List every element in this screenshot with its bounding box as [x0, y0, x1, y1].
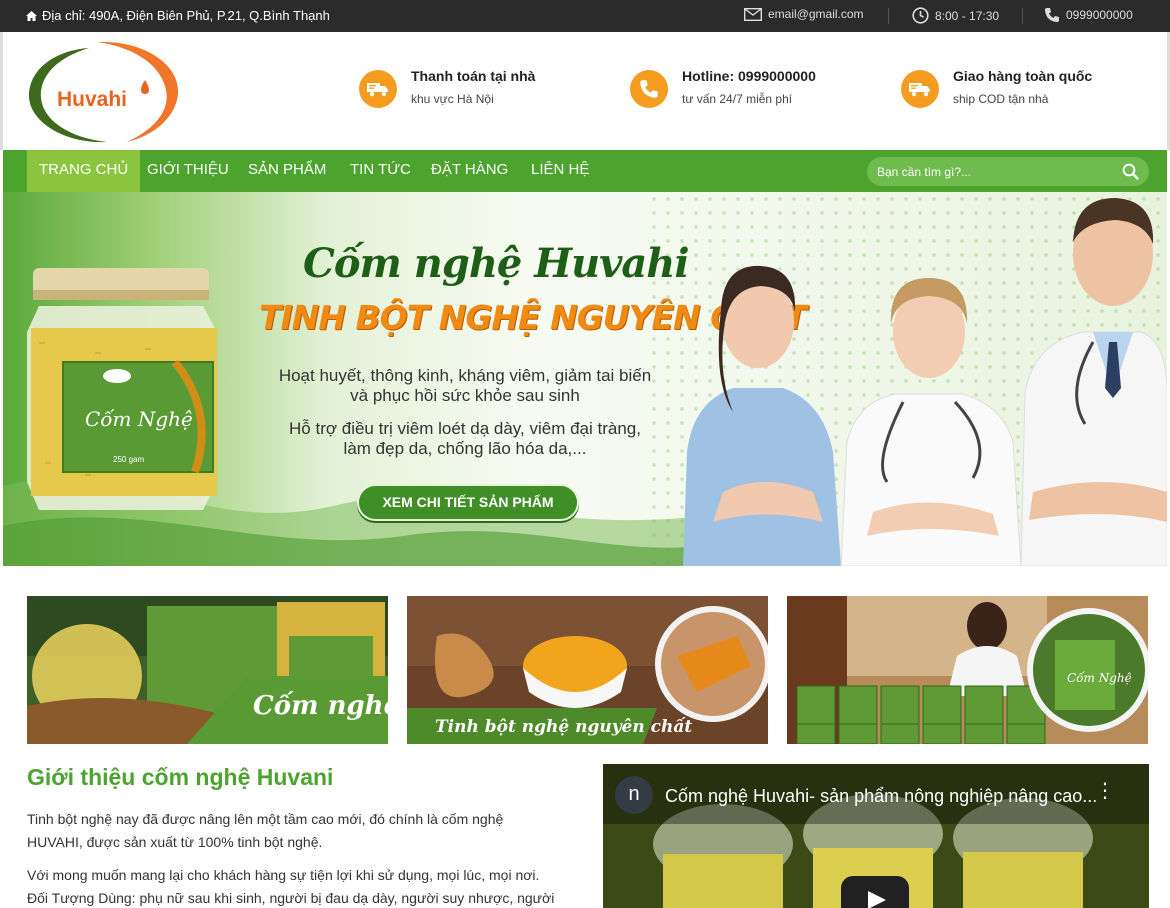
play-button[interactable] — [841, 876, 909, 908]
thumb-caption: Tinh bột nghệ nguyên chất — [435, 717, 692, 737]
product-jar-image: Cốm Nghệ 250 gam — [27, 268, 217, 510]
search-box — [867, 157, 1149, 186]
feature-title: Giao hàng toàn quốc — [953, 68, 1093, 84]
truck-icon — [359, 70, 397, 108]
intro-line: Đối Tượng Dùng: phụ nữ sau khi sinh, ngư… — [27, 890, 555, 906]
nav-item-about[interactable]: GIỚI THIỆU — [135, 150, 241, 192]
hours-text: 8:00 - 17:30 — [935, 8, 1000, 23]
search-icon[interactable] — [1122, 163, 1139, 180]
banner-line: Hoạt huyết, thông kinh, kháng viêm, giảm… — [278, 366, 652, 385]
feature-subtitle: tư vấn 24/7 miễn phí — [682, 92, 793, 106]
jar-weight: 250 gam — [113, 455, 144, 464]
logo[interactable]: Huvahi — [27, 38, 185, 146]
feature-title: Thanh toán tại nhà — [411, 68, 536, 84]
phone-icon — [630, 70, 668, 108]
mail-icon — [744, 7, 762, 21]
nav-item-order[interactable]: ĐẶT HÀNG — [419, 150, 520, 192]
divider — [888, 8, 889, 24]
banner-title: Cốm nghệ Huvahi — [303, 240, 690, 287]
banner-line: Hỗ trợ điều trị viêm loét dạ dày, viêm đ… — [289, 419, 641, 438]
nav-item-contact[interactable]: LIÊN HỆ — [519, 150, 601, 192]
feature-shipping: Giao hàng toàn quốc ship COD tận nhà — [901, 68, 1092, 108]
nav-item-home[interactable]: TRANG CHỦ — [27, 150, 141, 192]
phone-text: 0999000000 — [1066, 8, 1133, 22]
feature-title: Hotline: 0999000000 — [682, 68, 816, 84]
address: Địa chỉ: 490A, Điện Biên Phủ, P.21, Q.Bì… — [26, 8, 330, 23]
more-options-icon[interactable]: ⋮ — [1095, 781, 1115, 801]
intro-line: Với mong muốn mang lại cho khách hàng sự… — [27, 867, 540, 883]
search-input[interactable] — [877, 157, 1107, 186]
intro-line: HUVAHI, được sản xuất từ 100% tinh bột n… — [27, 834, 323, 850]
main-nav: TRANG CHỦ GIỚI THIỆU SẢN PHẨM TIN TỨC ĐẶ… — [3, 150, 1167, 192]
video-title[interactable]: Cốm nghệ Huvahi- sản phẩm nông nghiệp nâ… — [665, 786, 1097, 807]
thumb-caption: Cốm Nghệ — [1067, 670, 1132, 685]
youtube-video[interactable]: n Cốm nghệ Huvahi- sản phẩm nông nghiệp … — [603, 764, 1149, 908]
feature-subtitle: khu vực Hà Nội — [411, 92, 494, 106]
feature-hotline: Hotline: 0999000000 tư vấn 24/7 miễn phí — [630, 68, 816, 108]
nav-item-news[interactable]: TIN TỨC — [338, 150, 423, 192]
clock-icon — [912, 7, 929, 24]
divider — [1022, 8, 1023, 24]
doctors-image — [683, 198, 1167, 566]
thumb-caption: Cốm nghệ — [253, 690, 388, 721]
feature-payment: Thanh toán tại nhà khu vực Hà Nội — [359, 68, 535, 108]
play-icon — [868, 891, 886, 908]
promo-thumb-1[interactable]: Cốm nghệ — [27, 596, 388, 744]
nav-item-products[interactable]: SẢN PHẨM — [236, 150, 338, 192]
hero-banner: Cốm Nghệ 250 gam Cốm nghệ Huvahi TINH BỘ… — [3, 192, 1167, 566]
phone-link[interactable]: 0999000000 — [1044, 7, 1133, 23]
jar-label: Cốm Nghệ — [85, 407, 193, 431]
email-link[interactable]: email@gmail.com — [744, 7, 864, 21]
truck-icon — [901, 70, 939, 108]
header: Huvahi Thanh toán tại nhà khu vực Hà Nội… — [0, 32, 1170, 150]
feature-subtitle: ship COD tận nhà — [953, 92, 1049, 106]
view-product-button[interactable]: XEM CHI TIẾT SẢN PHẨM — [357, 484, 579, 521]
logo-mark: Huvahi — [29, 41, 179, 143]
email-text: email@gmail.com — [768, 7, 864, 21]
logo-text: Huvahi — [57, 88, 127, 111]
home-icon — [26, 10, 37, 21]
intro-title: Giới thiệu cốm nghệ Huvani — [27, 764, 334, 790]
intro-line: Tinh bột nghệ nay đã được nâng lên một t… — [27, 811, 504, 827]
phone-icon — [1045, 8, 1059, 22]
hours: 8:00 - 17:30 — [912, 7, 999, 24]
promo-thumb-2[interactable]: Tinh bột nghệ nguyên chất — [407, 596, 768, 744]
address-text: Địa chỉ: 490A, Điện Biên Phủ, P.21, Q.Bì… — [42, 8, 330, 23]
banner-line: và phục hồi sức khỏe sau sinh — [350, 386, 580, 405]
channel-avatar[interactable]: n — [615, 776, 653, 814]
banner-line: làm đẹp da, chống lão hóa da,... — [343, 439, 587, 458]
intro-paragraph: Với mong muốn mang lại cho khách hàng sự… — [27, 864, 572, 908]
intro-paragraph: Tinh bột nghệ nay đã được nâng lên một t… — [27, 808, 572, 854]
top-bar: Địa chỉ: 490A, Điện Biên Phủ, P.21, Q.Bì… — [0, 0, 1170, 32]
promo-thumb-3[interactable]: Cốm Nghệ — [787, 596, 1148, 744]
